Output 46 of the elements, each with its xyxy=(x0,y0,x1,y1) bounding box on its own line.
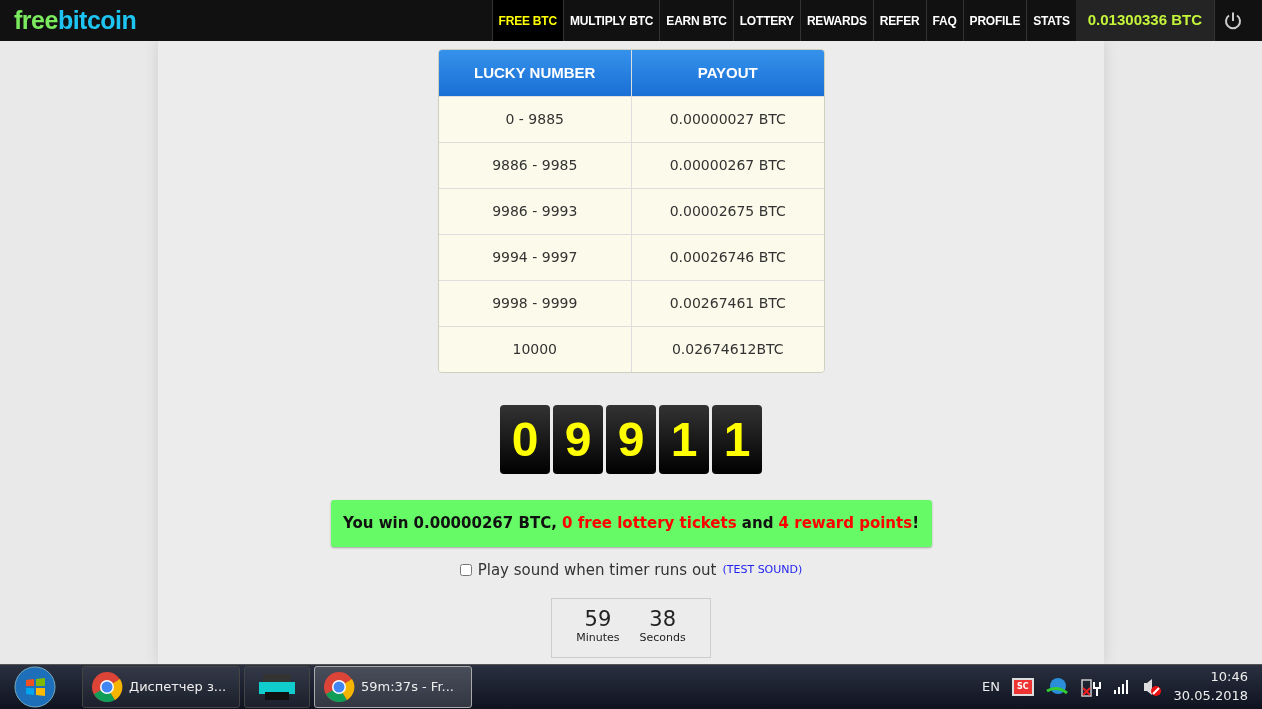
muted-speaker-icon[interactable] xyxy=(1141,677,1162,697)
sound-checkbox[interactable] xyxy=(459,564,472,577)
clock-time: 10:46 xyxy=(1210,668,1248,687)
column-header: LUCKY NUMBER xyxy=(438,50,631,96)
table-cell: 0.00026746 BTC xyxy=(631,234,824,280)
chrome-icon xyxy=(323,671,355,703)
balance-amount: 0.01300336 BTC xyxy=(1075,0,1214,41)
column-header: PAYOUT xyxy=(631,50,824,96)
timer-unit: Seconds xyxy=(639,629,686,646)
lucky-digit: 9 xyxy=(553,405,603,474)
timer-value: 59 xyxy=(584,608,612,630)
table-cell: 10000 xyxy=(438,326,631,372)
taskbar-button[interactable]: Диспетчер з... xyxy=(82,666,240,708)
language-indicator[interactable]: EN xyxy=(981,677,1000,697)
taskbar-button[interactable]: 59m:37s - Fr... xyxy=(314,666,472,708)
table-cell: 0 - 9885 xyxy=(438,96,631,142)
clock-date: 30.05.2018 xyxy=(1173,687,1248,705)
printer-icon xyxy=(257,672,297,702)
lucky-digit: 1 xyxy=(712,405,762,474)
lucky-digit: 9 xyxy=(606,405,656,474)
power-icon xyxy=(1222,10,1243,31)
table-cell: 0.02674612BTC xyxy=(631,326,824,372)
battery-icon[interactable] xyxy=(1079,676,1102,698)
taskbar-button[interactable] xyxy=(244,666,310,708)
sound-label: Play sound when timer runs out xyxy=(477,560,717,581)
start-button[interactable] xyxy=(14,666,56,708)
nav-link[interactable]: FREE BTC xyxy=(491,0,563,41)
table-cell: 9986 - 9993 xyxy=(438,188,631,234)
lucky-digit: 1 xyxy=(659,405,709,474)
signal-icon[interactable] xyxy=(1113,680,1130,694)
table-cell: 0.00002675 BTC xyxy=(631,188,824,234)
tray-monitor-icon[interactable]: SC xyxy=(1011,678,1034,696)
table-cell: 0.00000027 BTC xyxy=(631,96,824,142)
win-message: You win 0.00000267 BTC, 0 free lottery tickets and 4 reward points! xyxy=(330,500,932,547)
table-cell: 9998 - 9999 xyxy=(438,280,631,326)
table-cell: 0.00267461 BTC xyxy=(631,280,824,326)
timer-unit: Minutes xyxy=(576,629,620,646)
table-cell: 0.00000267 BTC xyxy=(631,142,824,188)
test-sound-link[interactable]: (TEST SOUND) xyxy=(722,562,803,579)
table-cell: 9994 - 9997 xyxy=(438,234,631,280)
chrome-icon xyxy=(91,671,123,703)
logo[interactable]: freebitcoin xyxy=(0,1,137,40)
lucky-digit: 0 xyxy=(500,405,550,474)
globe-icon[interactable] xyxy=(1045,677,1068,697)
timer-value: 38 xyxy=(649,608,676,630)
table-cell: 9886 - 9985 xyxy=(438,142,631,188)
